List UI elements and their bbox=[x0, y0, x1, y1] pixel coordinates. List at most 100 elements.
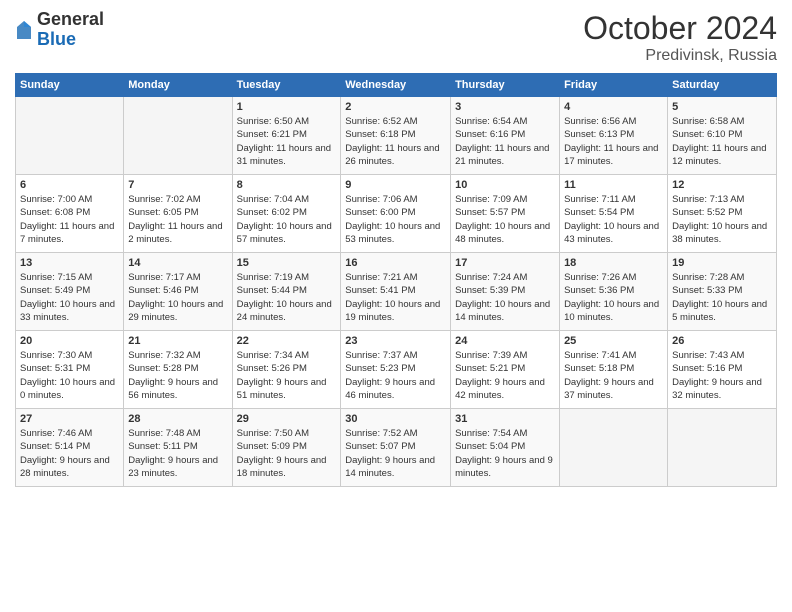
day-info: Sunrise: 7:21 AM Sunset: 5:41 PM Dayligh… bbox=[345, 271, 446, 324]
day-number: 6 bbox=[20, 179, 119, 191]
title-block: October 2024 Predivinsk, Russia bbox=[583, 10, 777, 65]
day-number: 18 bbox=[564, 257, 663, 269]
day-info: Sunrise: 7:13 AM Sunset: 5:52 PM Dayligh… bbox=[672, 193, 772, 246]
day-info: Sunrise: 7:32 AM Sunset: 5:28 PM Dayligh… bbox=[128, 349, 227, 402]
day-info: Sunrise: 7:28 AM Sunset: 5:33 PM Dayligh… bbox=[672, 271, 772, 324]
col-thursday: Thursday bbox=[451, 74, 560, 97]
day-number: 7 bbox=[128, 179, 227, 191]
day-number: 19 bbox=[672, 257, 772, 269]
day-number: 14 bbox=[128, 257, 227, 269]
table-row: 28Sunrise: 7:48 AM Sunset: 5:11 PM Dayli… bbox=[124, 409, 232, 487]
table-row: 26Sunrise: 7:43 AM Sunset: 5:16 PM Dayli… bbox=[668, 331, 777, 409]
table-row bbox=[16, 97, 124, 175]
week-row-2: 6Sunrise: 7:00 AM Sunset: 6:08 PM Daylig… bbox=[16, 175, 777, 253]
day-info: Sunrise: 7:17 AM Sunset: 5:46 PM Dayligh… bbox=[128, 271, 227, 324]
col-friday: Friday bbox=[560, 74, 668, 97]
day-number: 27 bbox=[20, 413, 119, 425]
table-row: 3Sunrise: 6:54 AM Sunset: 6:16 PM Daylig… bbox=[451, 97, 560, 175]
table-row: 2Sunrise: 6:52 AM Sunset: 6:18 PM Daylig… bbox=[341, 97, 451, 175]
table-row: 4 Sunrise: 6:56 AM Sunset: 6:13 PM Daylig… bbox=[560, 97, 668, 175]
logo-blue: Blue bbox=[37, 30, 104, 50]
day-info: Sunrise: 7:02 AM Sunset: 6:05 PM Dayligh… bbox=[128, 193, 227, 246]
day-info: Sunrise: 6:58 AM Sunset: 6:10 PM Dayligh… bbox=[672, 115, 772, 168]
day-info: Sunrise: 7:37 AM Sunset: 5:23 PM Dayligh… bbox=[345, 349, 446, 402]
day-number: 5 bbox=[672, 101, 772, 113]
logo: General Blue bbox=[15, 10, 104, 50]
table-row bbox=[668, 409, 777, 487]
day-number: 10 bbox=[455, 179, 555, 191]
day-number: 9 bbox=[345, 179, 446, 191]
calendar-table: Sunday Monday Tuesday Wednesday Thursday… bbox=[15, 73, 777, 487]
table-row: 7 Sunrise: 7:02 AM Sunset: 6:05 PM Daylig… bbox=[124, 175, 232, 253]
calendar-body: 1Sunrise: 6:50 AM Sunset: 6:21 PM Daylig… bbox=[16, 97, 777, 487]
day-number: 17 bbox=[455, 257, 555, 269]
day-info: Sunrise: 6:52 AM Sunset: 6:18 PM Dayligh… bbox=[345, 115, 446, 168]
col-saturday: Saturday bbox=[668, 74, 777, 97]
day-number: 31 bbox=[455, 413, 555, 425]
day-number: 16 bbox=[345, 257, 446, 269]
day-number: 4 bbox=[564, 101, 663, 113]
day-info: Sunrise: 7:50 AM Sunset: 5:09 PM Dayligh… bbox=[237, 427, 337, 480]
day-number: 30 bbox=[345, 413, 446, 425]
day-info: Sunrise: 7:34 AM Sunset: 5:26 PM Dayligh… bbox=[237, 349, 337, 402]
table-row: 8 Sunrise: 7:04 AM Sunset: 6:02 PM Daylig… bbox=[232, 175, 341, 253]
day-info: Sunrise: 7:19 AM Sunset: 5:44 PM Dayligh… bbox=[237, 271, 337, 324]
day-info: Sunrise: 7:26 AM Sunset: 5:36 PM Dayligh… bbox=[564, 271, 663, 324]
table-row: 16 Sunrise: 7:21 AM Sunset: 5:41 PM Dayli… bbox=[341, 253, 451, 331]
day-number: 29 bbox=[237, 413, 337, 425]
table-row: 9Sunrise: 7:06 AM Sunset: 6:00 PM Daylig… bbox=[341, 175, 451, 253]
table-row: 27 Sunrise: 7:46 AM Sunset: 5:14 PM Dayli… bbox=[16, 409, 124, 487]
week-row-4: 20Sunrise: 7:30 AM Sunset: 5:31 PM Dayli… bbox=[16, 331, 777, 409]
day-number: 8 bbox=[237, 179, 337, 191]
day-info: Sunrise: 7:39 AM Sunset: 5:21 PM Dayligh… bbox=[455, 349, 555, 402]
day-info: Sunrise: 7:54 AM Sunset: 5:04 PM Dayligh… bbox=[455, 427, 555, 480]
day-info: Sunrise: 7:43 AM Sunset: 5:16 PM Dayligh… bbox=[672, 349, 772, 402]
day-number: 11 bbox=[564, 179, 663, 191]
table-row: 25 Sunrise: 7:41 AM Sunset: 5:18 PM Dayli… bbox=[560, 331, 668, 409]
table-row: 10 Sunrise: 7:09 AM Sunset: 5:57 PM Dayli… bbox=[451, 175, 560, 253]
day-info: Sunrise: 7:04 AM Sunset: 6:02 PM Dayligh… bbox=[237, 193, 337, 246]
week-row-3: 13 Sunrise: 7:15 AM Sunset: 5:49 PM Dayli… bbox=[16, 253, 777, 331]
day-info: Sunrise: 7:46 AM Sunset: 5:14 PM Dayligh… bbox=[20, 427, 119, 480]
table-row: 5 Sunrise: 6:58 AM Sunset: 6:10 PM Daylig… bbox=[668, 97, 777, 175]
day-info: Sunrise: 7:30 AM Sunset: 5:31 PM Dayligh… bbox=[20, 349, 119, 402]
day-number: 22 bbox=[237, 335, 337, 347]
location: Predivinsk, Russia bbox=[583, 47, 777, 65]
week-row-5: 27 Sunrise: 7:46 AM Sunset: 5:14 PM Dayli… bbox=[16, 409, 777, 487]
day-number: 23 bbox=[345, 335, 446, 347]
table-row: 20Sunrise: 7:30 AM Sunset: 5:31 PM Dayli… bbox=[16, 331, 124, 409]
page-header: General Blue October 2024 Predivinsk, Ru… bbox=[15, 10, 777, 65]
col-monday: Monday bbox=[124, 74, 232, 97]
day-info: Sunrise: 7:11 AM Sunset: 5:54 PM Dayligh… bbox=[564, 193, 663, 246]
table-row: 24 Sunrise: 7:39 AM Sunset: 5:21 PM Dayli… bbox=[451, 331, 560, 409]
table-row: 22 Sunrise: 7:34 AM Sunset: 5:26 PM Dayli… bbox=[232, 331, 341, 409]
table-row: 12Sunrise: 7:13 AM Sunset: 5:52 PM Dayli… bbox=[668, 175, 777, 253]
day-number: 25 bbox=[564, 335, 663, 347]
day-number: 21 bbox=[128, 335, 227, 347]
day-info: Sunrise: 7:41 AM Sunset: 5:18 PM Dayligh… bbox=[564, 349, 663, 402]
logo-general: General bbox=[37, 10, 104, 30]
col-wednesday: Wednesday bbox=[341, 74, 451, 97]
day-info: Sunrise: 7:15 AM Sunset: 5:49 PM Dayligh… bbox=[20, 271, 119, 324]
logo-text: General Blue bbox=[37, 10, 104, 50]
week-row-1: 1Sunrise: 6:50 AM Sunset: 6:21 PM Daylig… bbox=[16, 97, 777, 175]
day-number: 15 bbox=[237, 257, 337, 269]
day-info: Sunrise: 7:09 AM Sunset: 5:57 PM Dayligh… bbox=[455, 193, 555, 246]
table-row bbox=[124, 97, 232, 175]
table-row: 15 Sunrise: 7:19 AM Sunset: 5:44 PM Dayli… bbox=[232, 253, 341, 331]
header-row: Sunday Monday Tuesday Wednesday Thursday… bbox=[16, 74, 777, 97]
day-info: Sunrise: 6:56 AM Sunset: 6:13 PM Dayligh… bbox=[564, 115, 663, 168]
col-sunday: Sunday bbox=[16, 74, 124, 97]
table-row: 21 Sunrise: 7:32 AM Sunset: 5:28 PM Dayli… bbox=[124, 331, 232, 409]
table-row: 1Sunrise: 6:50 AM Sunset: 6:21 PM Daylig… bbox=[232, 97, 341, 175]
day-number: 28 bbox=[128, 413, 227, 425]
table-row bbox=[560, 409, 668, 487]
col-tuesday: Tuesday bbox=[232, 74, 341, 97]
day-number: 3 bbox=[455, 101, 555, 113]
month-title: October 2024 bbox=[583, 10, 777, 47]
logo-icon bbox=[15, 19, 33, 41]
table-row: 30Sunrise: 7:52 AM Sunset: 5:07 PM Dayli… bbox=[341, 409, 451, 487]
day-number: 13 bbox=[20, 257, 119, 269]
day-number: 24 bbox=[455, 335, 555, 347]
table-row: 23 Sunrise: 7:37 AM Sunset: 5:23 PM Dayli… bbox=[341, 331, 451, 409]
